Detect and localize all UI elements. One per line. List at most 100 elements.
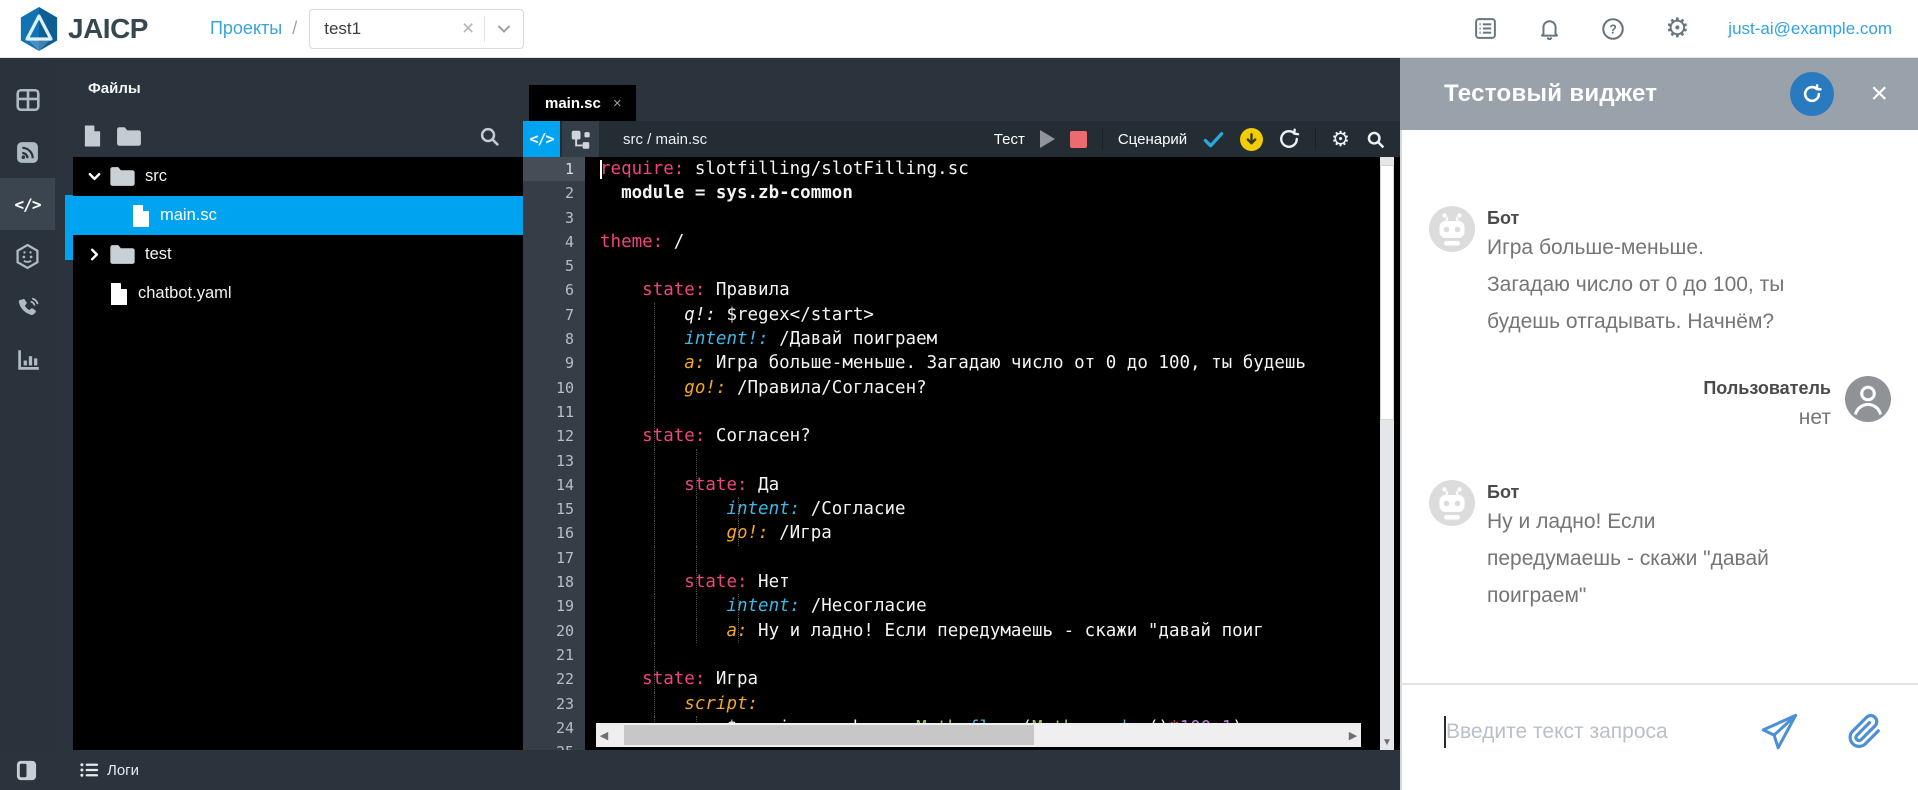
code-line-22[interactable]: state: Игра (600, 667, 1386, 691)
message-text-line: Загадаю число от 0 до 100, ты (1487, 266, 1784, 303)
code-line-6[interactable]: state: Правила (600, 278, 1386, 302)
help-icon[interactable]: ? (1600, 16, 1626, 42)
code-line-10[interactable]: go!: /Правила/Согласен? (600, 376, 1386, 400)
code-line-17[interactable] (600, 546, 1386, 570)
hscroll-thumb[interactable] (624, 725, 1034, 745)
project-select-value: test1 (310, 19, 452, 39)
tree-item-main.sc[interactable]: main.sc (73, 196, 523, 235)
new-folder-icon[interactable] (116, 126, 142, 147)
bot-avatar (1429, 480, 1475, 526)
editor-tabstrip: main.sc × (523, 58, 1400, 121)
code-line-12[interactable]: state: Согласен? (600, 424, 1386, 448)
close-tab-icon[interactable]: × (613, 95, 622, 112)
tab-main-sc[interactable]: main.sc × (529, 85, 636, 121)
code-area[interactable]: 1234567891011121314151617181920212223242… (523, 157, 1400, 750)
validate-check-icon[interactable] (1202, 128, 1225, 151)
code-line-11[interactable] (600, 400, 1386, 424)
deploy-download-icon[interactable] (1240, 128, 1263, 151)
stop-test-icon[interactable] (1070, 131, 1087, 148)
run-test-icon[interactable] (1040, 130, 1055, 148)
new-file-icon[interactable] (83, 124, 102, 148)
chevron-down-icon[interactable] (485, 21, 523, 37)
chevron-right-icon[interactable] (87, 247, 109, 262)
files-search-icon[interactable] (478, 125, 501, 148)
app-logo[interactable]: JAICP (18, 6, 148, 52)
file-icon (109, 281, 129, 307)
tree-item-label: test (145, 245, 172, 264)
visual-graph-button[interactable] (562, 121, 599, 157)
tree-scroll-indicator[interactable] (65, 195, 73, 260)
collapse-panel-icon[interactable] (15, 759, 38, 782)
editor-breadcrumb: src / main.sc (623, 131, 707, 148)
folder-icon (109, 244, 136, 265)
tree-item-test[interactable]: test (73, 235, 523, 274)
sidebar-item-code[interactable]: </> (0, 178, 55, 230)
code-line-8[interactable]: intent!: /Давай поиграем (600, 327, 1386, 351)
code-line-1[interactable]: require: slotfilling/slotFilling.sc (600, 157, 1386, 181)
editor-toolbar-actions: Тест Сценарий ⚙ (994, 128, 1400, 151)
message-text-line: Игра больше-меньше. (1487, 229, 1784, 266)
editor-code[interactable]: require: slotfilling/slotFilling.sc modu… (585, 157, 1386, 750)
project-select[interactable]: test1 × (309, 9, 524, 49)
chevron-down-icon[interactable] (87, 169, 109, 184)
user-avatar (1845, 376, 1891, 422)
restart-test-button[interactable] (1790, 72, 1834, 116)
files-toolbar (55, 120, 523, 152)
logs-toggle[interactable]: Логи (80, 762, 139, 779)
code-line-18[interactable]: state: Нет (600, 570, 1386, 594)
code-line-3[interactable] (600, 206, 1386, 230)
horizontal-scrollbar[interactable]: ◀ ▶ (596, 723, 1361, 747)
breadcrumb-projects[interactable]: Проекты (210, 18, 282, 39)
code-line-9[interactable]: a: Игра больше-меньше. Загадаю число от … (600, 351, 1386, 375)
chat-text-input[interactable] (1446, 720, 1701, 744)
code-line-15[interactable]: intent: /Согласие (600, 497, 1386, 521)
code-editor: main.sc × </> src / main.sc Тест (523, 58, 1400, 750)
vertical-scrollbar[interactable]: ▼ (1380, 157, 1394, 750)
tree-item-label: main.sc (160, 206, 217, 225)
code-line-19[interactable]: intent: /Несогласие (600, 594, 1386, 618)
file-tree-area: src main.sc test chatbot.yaml (55, 157, 523, 750)
sidebar-item-bot[interactable] (0, 230, 55, 282)
tasks-list-icon[interactable] (1472, 16, 1498, 42)
editor-settings-gear-icon[interactable]: ⚙ (1331, 129, 1350, 150)
sidebar-item-channels[interactable] (0, 126, 55, 178)
code-icon: </> (15, 195, 41, 214)
settings-gear-icon[interactable]: ⚙ (1664, 16, 1690, 42)
send-message-icon[interactable] (1758, 711, 1800, 753)
chat-message-bot: БотНу и ладно! Еслипередумаешь - скажи "… (1429, 480, 1891, 614)
logs-list-icon (80, 762, 99, 778)
code-line-4[interactable]: theme: / (600, 230, 1386, 254)
tree-item-src[interactable]: src (73, 157, 523, 196)
code-line-7[interactable]: q!: $regex</start> (600, 303, 1386, 327)
sidebar-item-calls[interactable] (0, 282, 55, 334)
message-text-line: нет (1703, 399, 1831, 436)
clear-project-icon[interactable]: × (452, 18, 484, 39)
vscroll-thumb[interactable] (1380, 165, 1394, 420)
code-line-2[interactable]: module = sys.zb-common (600, 181, 1386, 205)
code-line-23[interactable]: script: (600, 692, 1386, 716)
toolbar-divider (1102, 128, 1103, 150)
user-email[interactable]: just-ai@example.com (1728, 19, 1892, 39)
message-text-line: передумаешь - скажи "давай (1487, 540, 1769, 577)
sidebar-item-analytics[interactable] (0, 334, 55, 386)
tree-left-gutter (55, 157, 73, 750)
close-widget-icon[interactable]: × (1870, 79, 1888, 109)
code-line-14[interactable]: state: Да (600, 473, 1386, 497)
code-view-button[interactable]: </> (523, 121, 560, 157)
attach-file-icon[interactable] (1844, 712, 1884, 752)
code-line-16[interactable]: go!: /Игра (600, 521, 1386, 545)
code-line-21[interactable] (600, 643, 1386, 667)
tree-item-chatbot.yaml[interactable]: chatbot.yaml (73, 274, 523, 313)
code-line-13[interactable] (600, 449, 1386, 473)
hscroll-track[interactable] (612, 723, 1345, 747)
undo-icon[interactable] (1278, 128, 1300, 150)
scroll-down-arrow[interactable]: ▼ (1380, 737, 1394, 748)
editor-search-icon[interactable] (1365, 129, 1386, 150)
scroll-left-arrow[interactable]: ◀ (596, 729, 612, 742)
notifications-bell-icon[interactable] (1536, 16, 1562, 42)
scroll-right-arrow[interactable]: ▶ (1345, 729, 1361, 742)
left-sidebar: </> (0, 58, 55, 750)
code-line-5[interactable] (600, 254, 1386, 278)
sidebar-item-dashboard[interactable] (0, 74, 55, 126)
code-line-20[interactable]: a: Ну и ладно! Если передумаешь - скажи … (600, 619, 1386, 643)
